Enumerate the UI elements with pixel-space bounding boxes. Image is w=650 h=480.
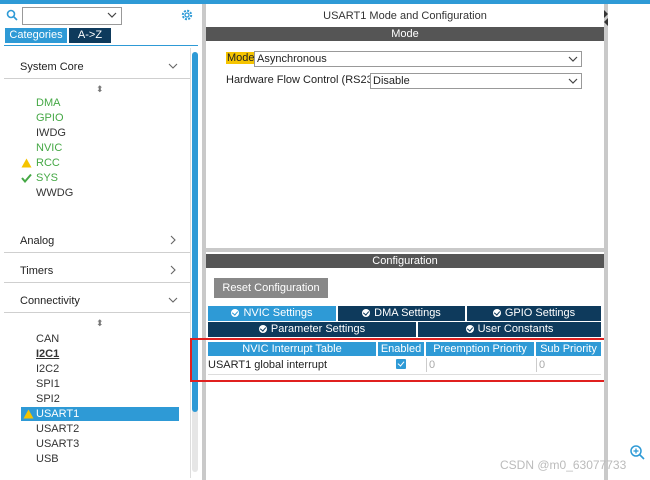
- tab-dma-settings[interactable]: DMA Settings: [338, 306, 465, 321]
- tree-item-nvic[interactable]: NVIC: [36, 141, 62, 155]
- checkmark-icon: [21, 173, 32, 183]
- tree-item-rcc[interactable]: RCC: [21, 156, 60, 170]
- tree-item-dma[interactable]: DMA: [36, 96, 60, 110]
- page-title: USART1 Mode and Configuration: [323, 10, 487, 22]
- category-label: System Core: [20, 61, 84, 73]
- tree-item-usart1[interactable]: USART1: [21, 407, 179, 421]
- peripheral-tree: System Core ⬍ DMA GPIO IWDG NVIC RCC SYS…: [4, 48, 191, 478]
- right-side-panel: [608, 4, 650, 480]
- chevron-down-icon: [568, 78, 578, 84]
- tab-label: GPIO Settings: [504, 307, 576, 319]
- search-icon[interactable]: [6, 9, 18, 21]
- configuration-header: Configuration: [206, 254, 604, 268]
- hw-flow-select-value: Disable: [373, 75, 410, 87]
- mode-section-header: Mode: [206, 27, 604, 41]
- tab-label: DMA Settings: [374, 307, 441, 319]
- category-label: Timers: [20, 265, 54, 277]
- tab-user-constants[interactable]: User Constants: [418, 322, 601, 337]
- chevron-right-icon: [170, 265, 176, 275]
- mode-select-value: Asynchronous: [257, 53, 327, 65]
- search-row: [4, 7, 198, 25]
- chevron-down-icon[interactable]: [107, 10, 117, 20]
- tab-categories[interactable]: Categories: [5, 28, 67, 43]
- hw-flow-label: Hardware Flow Control (RS232): [226, 74, 383, 86]
- warning-icon: [23, 409, 34, 419]
- tree-item-usb[interactable]: USB: [36, 452, 59, 466]
- config-panel: USART1 Mode and Configuration Mode Mode …: [206, 4, 604, 480]
- divider: [4, 45, 198, 46]
- watermark: CSDN @m0_63077733: [500, 458, 627, 472]
- tree-item-label: USART1: [36, 408, 80, 420]
- category-label: Connectivity: [20, 295, 80, 307]
- check-circle-icon: [362, 309, 371, 317]
- tree-item-spi1[interactable]: SPI1: [36, 377, 60, 391]
- check-circle-icon: [258, 325, 267, 333]
- check-circle-icon: [465, 325, 474, 333]
- check-circle-icon: [231, 309, 240, 317]
- tree-item-wwdg[interactable]: WWDG: [36, 186, 73, 200]
- settings-tabs-row-1: NVIC Settings DMA Settings GPIO Settings: [208, 306, 601, 321]
- tree-item-iwdg[interactable]: IWDG: [36, 126, 66, 140]
- chevron-down-icon: [168, 63, 178, 69]
- hw-flow-row: Hardware Flow Control (RS232) Disable: [226, 73, 586, 89]
- check-circle-icon: [492, 309, 501, 317]
- tree-item-label: SYS: [36, 172, 59, 184]
- warning-icon: [21, 158, 32, 168]
- reset-configuration-button[interactable]: Reset Configuration: [214, 278, 328, 298]
- sort-icon[interactable]: ⬍: [96, 84, 104, 95]
- settings-tabs-row-2: Parameter Settings User Constants: [208, 322, 601, 337]
- mode-select[interactable]: Asynchronous: [254, 51, 582, 67]
- tree-item-i2c1[interactable]: I2C1: [36, 347, 59, 361]
- left-panel: Categories A->Z System Core ⬍ DMA GPIO I…: [0, 4, 202, 480]
- tab-label: User Constants: [477, 323, 554, 335]
- tree-item-i2c2[interactable]: I2C2: [36, 362, 59, 376]
- tree-item-usart2[interactable]: USART2: [36, 422, 79, 436]
- hw-flow-select[interactable]: Disable: [370, 73, 582, 89]
- zoom-in-icon[interactable]: [629, 444, 645, 460]
- tab-label: NVIC Settings: [243, 307, 313, 319]
- chevron-down-icon: [568, 56, 578, 62]
- sort-icon[interactable]: ⬍: [96, 318, 104, 329]
- category-timers[interactable]: Timers: [4, 256, 190, 283]
- category-connectivity[interactable]: Connectivity: [4, 286, 190, 313]
- tree-item-spi2[interactable]: SPI2: [36, 392, 60, 406]
- gear-icon[interactable]: [180, 8, 194, 22]
- mode-row: Mode Asynchronous: [226, 51, 586, 67]
- tab-gpio-settings[interactable]: GPIO Settings: [467, 306, 601, 321]
- mode-label: Mode: [226, 52, 256, 64]
- tab-label: Parameter Settings: [270, 323, 366, 335]
- tree-item-gpio[interactable]: GPIO: [36, 111, 64, 125]
- chevron-right-icon: [170, 235, 176, 245]
- tab-nvic-settings[interactable]: NVIC Settings: [208, 306, 336, 321]
- tree-item-sys[interactable]: SYS: [21, 171, 59, 185]
- chevron-down-icon: [168, 297, 178, 303]
- tab-a-to-z[interactable]: A->Z: [69, 28, 111, 43]
- category-label: Analog: [20, 235, 55, 247]
- search-input[interactable]: [22, 7, 122, 25]
- tree-item-label: RCC: [36, 157, 60, 169]
- tree-item-usart3[interactable]: USART3: [36, 437, 79, 451]
- category-system-core[interactable]: System Core: [4, 52, 190, 79]
- section-divider: [206, 248, 604, 252]
- tab-parameter-settings[interactable]: Parameter Settings: [208, 322, 416, 337]
- highlight-box: [190, 338, 610, 382]
- tree-item-can[interactable]: CAN: [36, 332, 59, 346]
- category-analog[interactable]: Analog: [4, 226, 190, 253]
